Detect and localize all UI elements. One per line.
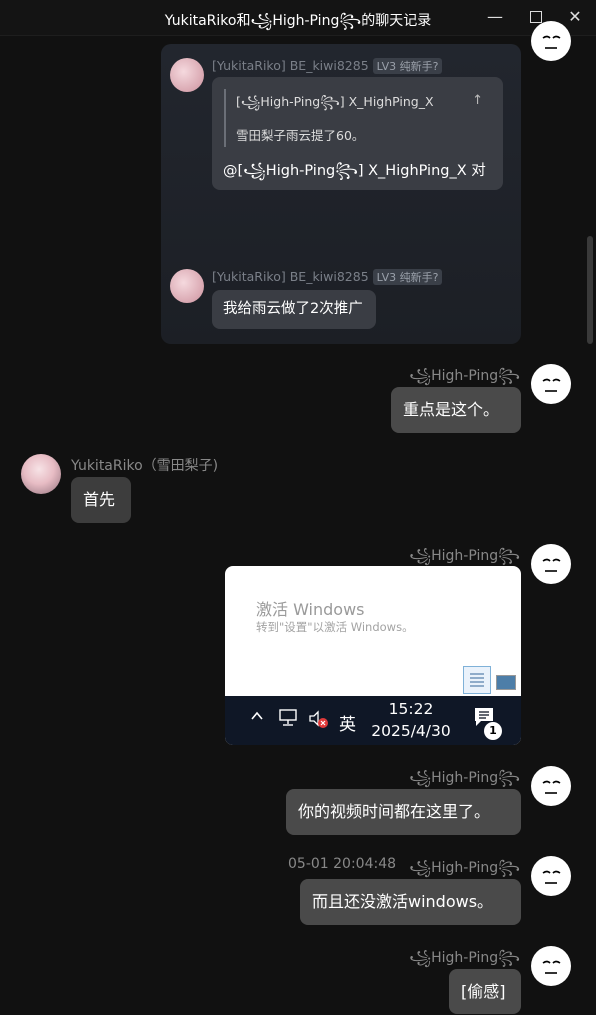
reply-quote[interactable]: [꧁High-Ping꧂] X_HighPing_X 雪田梨子雨云提了60。 bbox=[224, 89, 487, 147]
message-bubble[interactable]: 重点是这个。 bbox=[391, 387, 521, 433]
message-timestamp: 05-01 20:04:48 bbox=[288, 856, 397, 872]
forward-sender: [YukitaRiko] BE_kiwi8285 LV3 纯新手? bbox=[212, 58, 443, 74]
title-bar: YukitaRiko和꧁High-Ping꧂的聊天记录 — ✕ bbox=[0, 0, 596, 36]
sender-name: [YukitaRiko] BE_kiwi8285 bbox=[212, 58, 369, 73]
message-text: @[꧁High-Ping꧂] X_HighPing_X 对 bbox=[223, 163, 486, 179]
activate-windows-title: 激活 Windows bbox=[256, 600, 365, 619]
message-bubble[interactable]: [偷感] bbox=[449, 969, 521, 1014]
level-badge: LV3 纯新手? bbox=[372, 269, 443, 285]
volume-muted-icon bbox=[308, 709, 330, 733]
forward-sender: [YukitaRiko] BE_kiwi8285 LV3 纯新手? bbox=[212, 269, 443, 285]
clock-date: 2025/4/30 bbox=[371, 722, 451, 740]
jump-to-quote-icon[interactable]: ↑ bbox=[472, 93, 483, 108]
message-bubble[interactable]: 首先 bbox=[71, 477, 131, 523]
quote-text: 雪田梨子雨云提了60。 bbox=[236, 128, 365, 143]
network-icon bbox=[278, 709, 300, 731]
avatar[interactable] bbox=[531, 766, 571, 806]
meh-face-icon bbox=[542, 870, 561, 884]
avatar[interactable] bbox=[531, 21, 571, 61]
meh-face-icon bbox=[542, 558, 561, 572]
window-title: YukitaRiko和꧁High-Ping꧂的聊天记录 bbox=[164, 13, 432, 29]
minimize-button[interactable]: — bbox=[482, 5, 508, 29]
sender-name: YukitaRiko（雪田梨子) bbox=[71, 458, 219, 474]
meh-face-icon bbox=[542, 35, 561, 49]
avatar[interactable] bbox=[170, 269, 204, 303]
level-badge: LV3 纯新手? bbox=[372, 58, 443, 74]
activate-windows-subtitle: 转到"设置"以激活 Windows。 bbox=[256, 620, 414, 634]
meh-face-icon bbox=[542, 780, 561, 794]
meh-face-icon bbox=[542, 378, 561, 392]
meh-face-icon bbox=[542, 960, 561, 974]
avatar[interactable] bbox=[21, 454, 61, 494]
notification-count: 1 bbox=[484, 722, 502, 740]
message-bubble[interactable]: 我给雨云做了2次推广 bbox=[212, 290, 376, 329]
picture-icon bbox=[496, 675, 516, 690]
avatar[interactable] bbox=[170, 58, 204, 92]
message-bubble[interactable]: [꧁High-Ping꧂] X_HighPing_X 雪田梨子雨云提了60。 ↑… bbox=[212, 77, 503, 190]
ime-indicator: 英 bbox=[339, 715, 356, 735]
quote-author: [꧁High-Ping꧂] X_HighPing_X bbox=[236, 94, 434, 109]
tray-expand-icon bbox=[249, 708, 265, 728]
sender-name: [YukitaRiko] BE_kiwi8285 bbox=[212, 269, 369, 284]
taskbar: 英 15:22 2025/4/30 1 bbox=[225, 696, 521, 745]
message-bubble[interactable]: 你的视频时间都在这里了。 bbox=[286, 789, 521, 835]
list-view-icon bbox=[463, 666, 491, 694]
message-bubble[interactable]: 而且还没激活windows。 bbox=[300, 879, 521, 925]
forwarded-messages-card[interactable]: [YukitaRiko] BE_kiwi8285 LV3 纯新手? [꧁High-… bbox=[161, 44, 521, 344]
avatar[interactable] bbox=[531, 856, 571, 896]
clock-time: 15:22 bbox=[388, 700, 434, 718]
avatar[interactable] bbox=[531, 364, 571, 404]
avatar[interactable] bbox=[531, 544, 571, 584]
image-message[interactable]: 激活 Windows 转到"设置"以激活 Windows。 英 15:22 20… bbox=[225, 566, 521, 745]
scrollbar-thumb[interactable] bbox=[587, 236, 593, 344]
avatar[interactable] bbox=[531, 946, 571, 986]
